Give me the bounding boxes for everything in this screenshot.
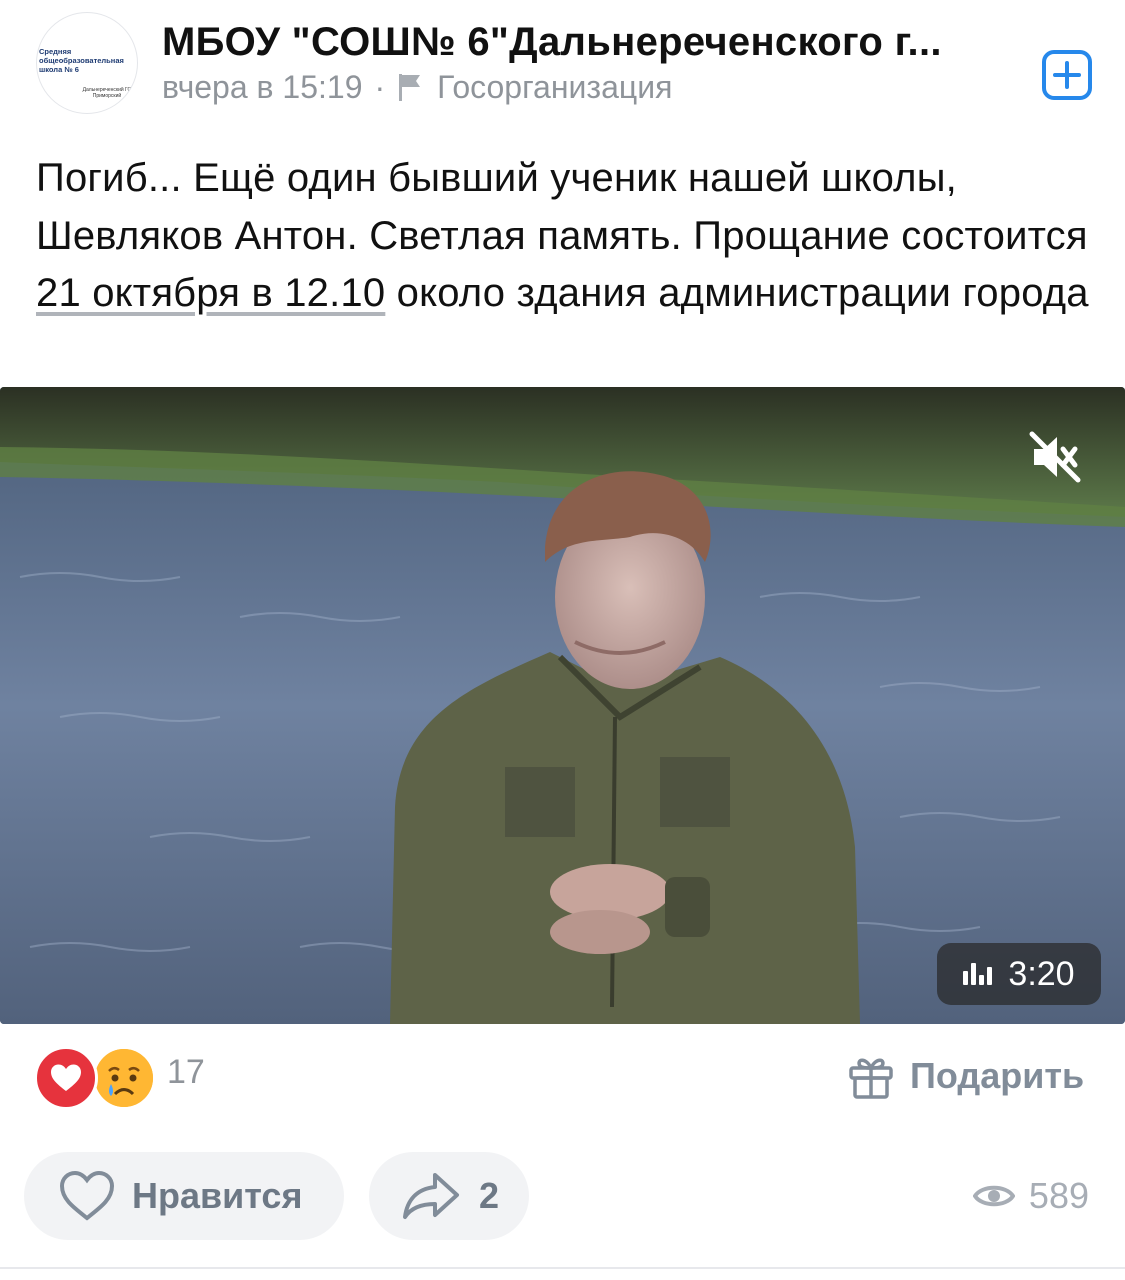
- share-button[interactable]: 2: [369, 1152, 529, 1240]
- heart-outline-icon: [59, 1170, 115, 1221]
- org-type-label: Госорганизация: [437, 68, 673, 105]
- meta-separator: ·: [374, 68, 386, 105]
- share-arrow-icon: [403, 1173, 459, 1219]
- crying-reaction-icon: [92, 1046, 156, 1110]
- avatar-location: Дальнереченский ГО Приморский: [82, 87, 132, 99]
- post-text-part2: около здания администрации города: [385, 271, 1089, 315]
- like-label: Нравится: [132, 1175, 303, 1216]
- reactions-count: 17: [167, 1053, 205, 1091]
- video-duration: 3:20: [1008, 954, 1075, 993]
- flag-icon: [397, 72, 423, 102]
- post-divider: [0, 1267, 1125, 1269]
- heart-reaction-icon: [34, 1046, 98, 1110]
- video-frame: [0, 387, 1125, 1024]
- subscribe-button[interactable]: [1041, 49, 1093, 101]
- video-duration-badge: 3:20: [937, 943, 1101, 1005]
- post-meta: вчера в 15:19 · Госорганизация: [162, 66, 672, 108]
- post-text-part1: Погиб... Ещё один бывший ученик нашей шк…: [36, 156, 1088, 258]
- plus-square-icon: [1042, 50, 1092, 100]
- views-count: 589: [1028, 1175, 1089, 1216]
- gift-icon: [849, 1058, 893, 1099]
- avatar-school-name: Средняя общеобразовательная школа № 6: [39, 47, 124, 74]
- equalizer-icon: [963, 963, 993, 985]
- views-counter: 589: [972, 1170, 1089, 1222]
- group-name[interactable]: МБОУ "СОШ№ 6"Дальнереченского г...: [162, 18, 1022, 66]
- post-text: Погиб... Ещё один бывший ученик нашей шк…: [36, 150, 1096, 323]
- gift-button[interactable]: Подарить: [846, 1050, 1084, 1102]
- gift-label: Подарить: [910, 1055, 1085, 1096]
- eye-icon: [972, 1185, 1015, 1207]
- share-count: 2: [479, 1175, 500, 1216]
- group-avatar[interactable]: Средняя общеобразовательная школа № 6 Да…: [36, 12, 138, 114]
- video-player[interactable]: [0, 387, 1125, 1024]
- mute-toggle-button[interactable]: [1026, 428, 1084, 486]
- muted-speaker-icon: [1029, 431, 1081, 483]
- post-time: вчера в 15:19: [162, 68, 363, 105]
- like-button[interactable]: Нравится: [24, 1152, 344, 1240]
- date-link[interactable]: 21 октября в 12.10: [36, 271, 385, 315]
